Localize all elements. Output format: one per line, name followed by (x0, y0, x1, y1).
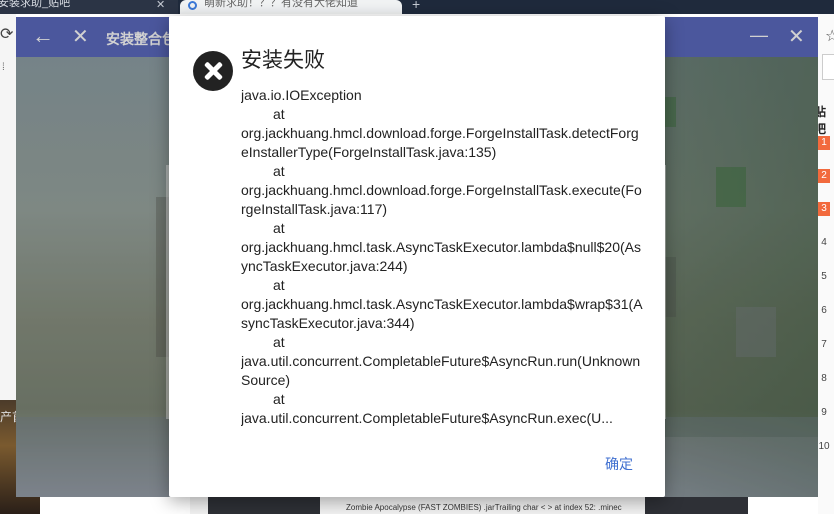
ok-button[interactable]: 确定 (589, 452, 649, 476)
browser-tab-strip: 安装求助_贴吧 ✕ 萌新求助！？？有没有大佬知道 + (0, 0, 834, 14)
stack-trace-line: at (273, 106, 285, 122)
stack-trace-line: org.jackhuang.hmcl.download.forge.ForgeI… (241, 182, 642, 217)
error-icon (193, 51, 233, 91)
reload-icon[interactable]: ⟳ (0, 24, 13, 44)
page-bottom-text: Zombie Apocalypse (FAST ZOMBIES) .jarTra… (346, 503, 622, 512)
stack-trace-line: org.jackhuang.hmcl.task.AsyncTaskExecuto… (241, 239, 641, 274)
stack-trace-line: java.util.concurrent.CompletableFuture$A… (241, 410, 613, 426)
tab-label: 安装求助_贴吧 (0, 0, 71, 9)
favicon-icon (188, 1, 197, 10)
rank-badge: 5 (821, 271, 827, 282)
close-icon[interactable]: ✕ (156, 0, 165, 11)
bookmark-icon[interactable]: ⁞ (2, 62, 5, 73)
browser-right-edge (818, 14, 834, 514)
stack-trace-line: at (273, 277, 285, 293)
stack-trace-line: org.jackhuang.hmcl.download.forge.ForgeI… (241, 125, 639, 160)
rank-badge: 3 (818, 202, 830, 216)
rank-badge: 9 (821, 407, 827, 418)
browser-tab-tieba[interactable]: 安装求助_贴吧 ✕ (0, 0, 178, 14)
rank-badge: 8 (821, 373, 827, 384)
rank-badge: 10 (818, 441, 830, 452)
stack-trace-line: at (273, 391, 285, 407)
dialog-title: 安装失败 (241, 48, 325, 72)
rank-badge: 4 (821, 237, 827, 248)
address-bar-edge[interactable] (822, 54, 834, 80)
stack-trace: java.io.IOException at org.jackhuang.hmcl.… (241, 86, 643, 429)
stack-trace-line: at (273, 334, 285, 350)
rank-badge: 1 (818, 136, 830, 150)
rank-badge: 2 (818, 169, 830, 183)
stack-trace-line: at (273, 163, 285, 179)
stack-trace-line: java.util.concurrent.CompletableFuture$A… (241, 353, 641, 388)
rank-badge: 6 (821, 305, 827, 316)
star-icon[interactable]: ☆ (825, 26, 834, 46)
error-dialog: 安装失败 java.io.IOException at org.jackhuang.… (169, 16, 665, 497)
tab-label: 萌新求助！？？有没有大佬知道 (204, 0, 358, 9)
rank-badge: 7 (821, 339, 827, 350)
stack-trace-line: java.io.IOException (241, 87, 362, 103)
browser-tab-active[interactable]: 萌新求助！？？有没有大佬知道 (180, 0, 402, 14)
stack-trace-line: at (273, 220, 285, 236)
stack-trace-line: org.jackhuang.hmcl.task.AsyncTaskExecuto… (241, 296, 643, 331)
new-tab-button[interactable]: + (412, 0, 420, 12)
